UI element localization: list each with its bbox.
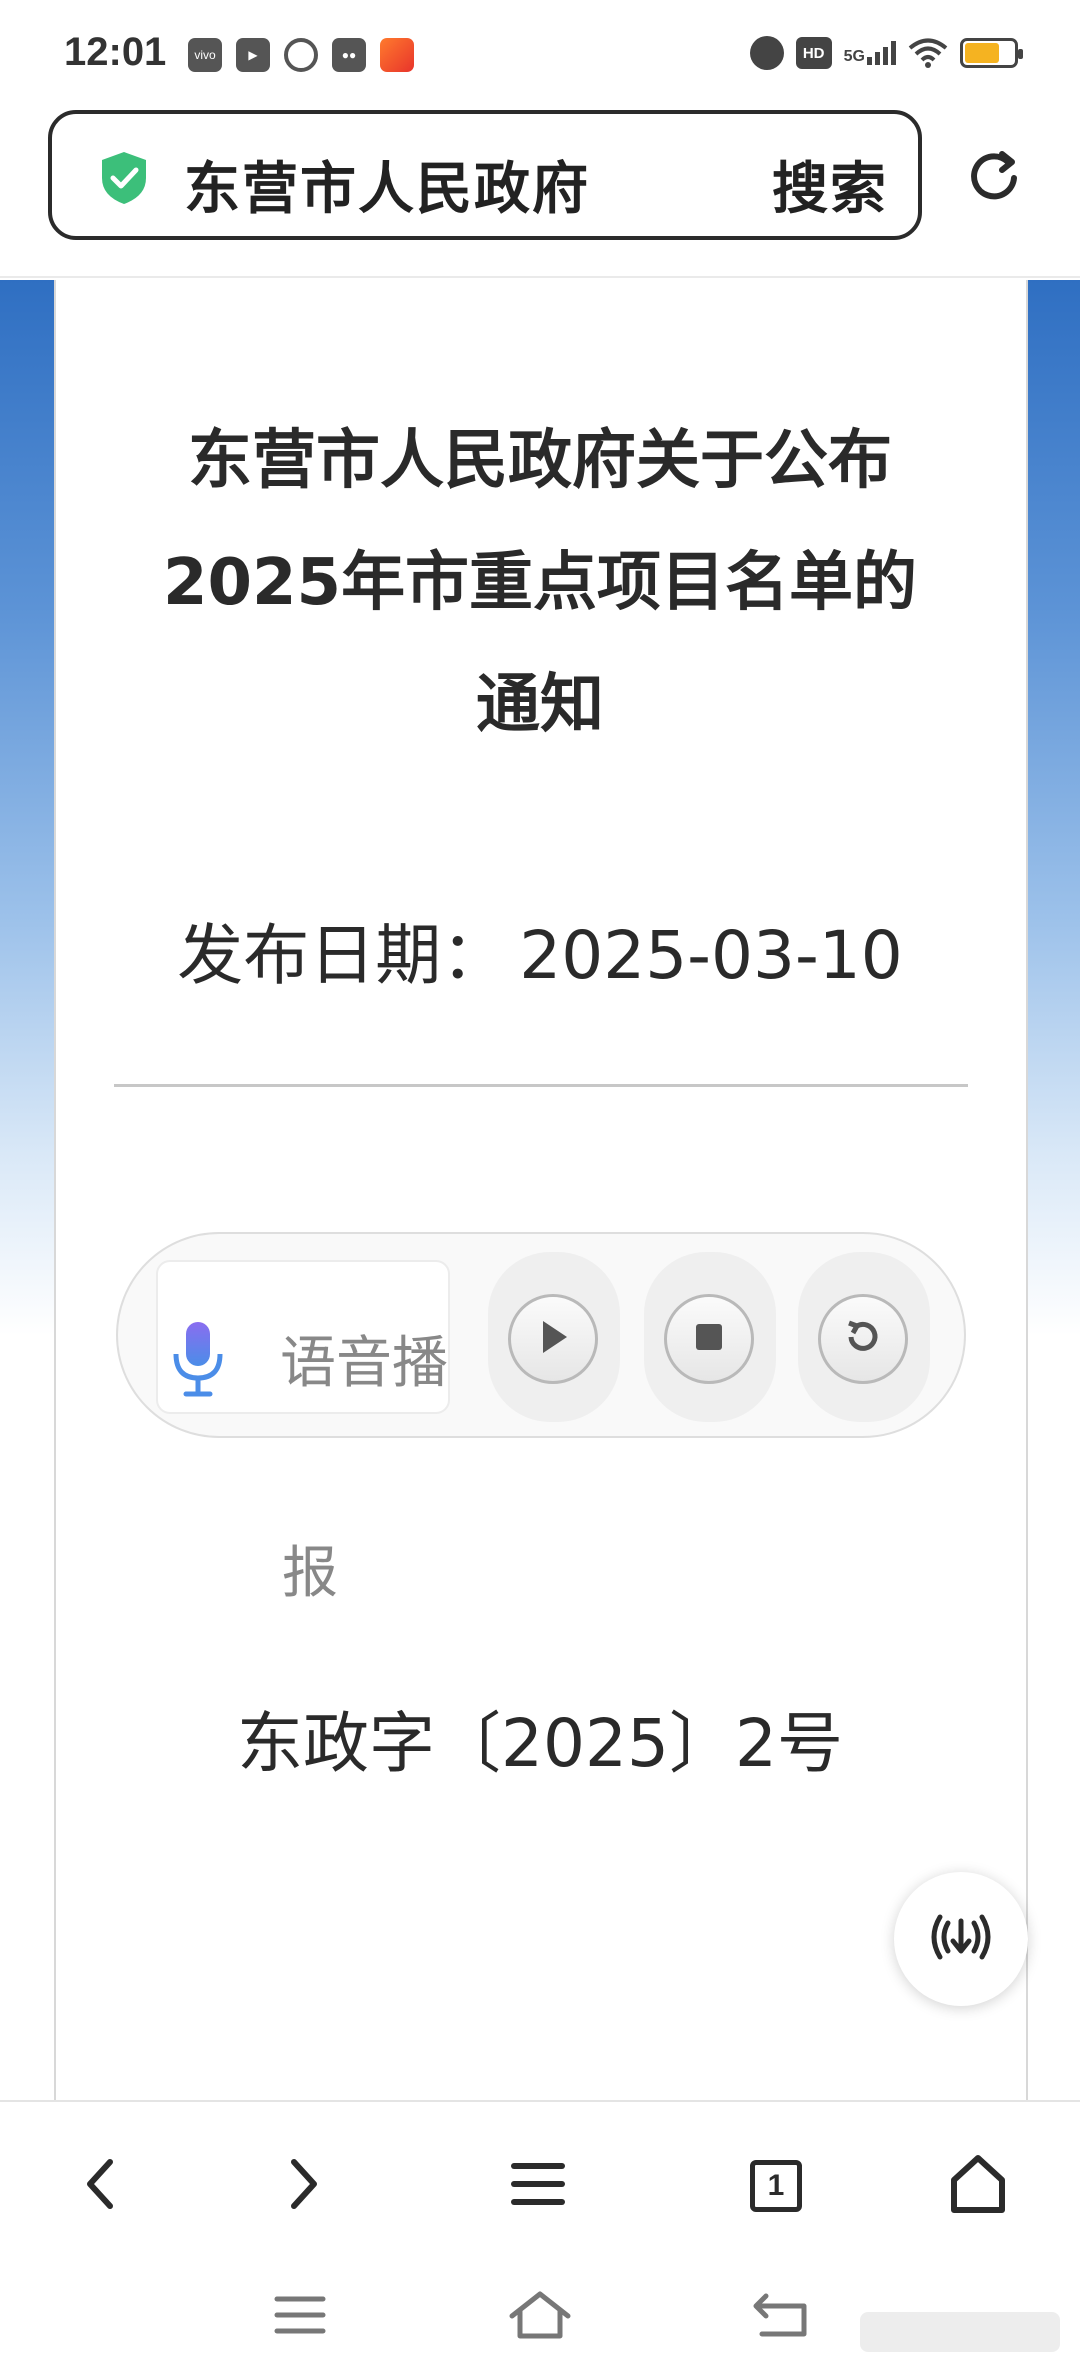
system-menu-icon bbox=[273, 2293, 327, 2341]
tabs-icon: 1 bbox=[750, 2160, 802, 2212]
play-icon bbox=[537, 1319, 569, 1359]
replay-icon bbox=[841, 1315, 885, 1363]
chevron-right-icon bbox=[284, 2156, 324, 2216]
divider bbox=[114, 1084, 968, 1087]
home-icon bbox=[948, 2154, 1008, 2218]
bank-icon bbox=[284, 38, 318, 72]
alarm-icon bbox=[749, 36, 784, 70]
system-home-button[interactable] bbox=[500, 2282, 580, 2352]
address-bar[interactable]: 东营市人民政府 搜索 bbox=[48, 110, 922, 240]
voice-player: 语音播 bbox=[116, 1232, 966, 1438]
voice-label-box: 语音播 bbox=[156, 1260, 450, 1414]
system-back-icon bbox=[750, 2290, 810, 2344]
publish-date: 发布日期： 2025-03-10 bbox=[110, 902, 970, 998]
secure-shield-icon bbox=[98, 150, 150, 210]
network-type: 5G bbox=[843, 48, 865, 65]
document-title: 东营市人民政府关于公布 2025年市重点项目名单的 通知 bbox=[110, 400, 970, 766]
tabs-button[interactable]: 1 bbox=[736, 2146, 816, 2226]
forward-button[interactable] bbox=[264, 2146, 344, 2226]
status-time: 12:01 bbox=[64, 30, 167, 74]
menu-button[interactable] bbox=[498, 2146, 578, 2226]
play-button[interactable] bbox=[488, 1252, 620, 1422]
system-back-button[interactable] bbox=[740, 2282, 820, 2352]
title-line: 东营市人民政府关于公布 bbox=[188, 424, 892, 498]
system-home-icon bbox=[508, 2290, 572, 2344]
search-button[interactable]: 搜索 bbox=[772, 144, 888, 225]
publish-date-value: 2025-03-10 bbox=[519, 917, 903, 994]
status-right: HD 5G bbox=[749, 36, 1023, 70]
app-icon bbox=[380, 38, 414, 72]
page-background-left bbox=[0, 280, 54, 2100]
audio-float-button[interactable] bbox=[894, 1872, 1028, 2006]
system-menu-button[interactable] bbox=[260, 2282, 340, 2352]
document-number: 东政字〔2025〕2号 bbox=[237, 1705, 843, 1782]
site-title: 东营市人民政府 bbox=[184, 157, 590, 222]
home-button[interactable] bbox=[938, 2146, 1018, 2226]
battery-icon bbox=[960, 38, 1023, 68]
title-line: 通知 bbox=[476, 668, 604, 742]
stop-icon bbox=[694, 1322, 724, 1356]
watermark bbox=[860, 2312, 1060, 2352]
vivo-icon: vivo bbox=[188, 38, 222, 72]
toolbar-divider bbox=[0, 276, 1080, 278]
iqiyi-icon: ▶ bbox=[236, 38, 270, 72]
wechat-icon: ●● bbox=[332, 38, 366, 72]
status-bar: 12:01 vivo ▶ ●● HD 5G bbox=[0, 0, 1080, 110]
hd-badge: HD bbox=[795, 37, 832, 69]
microphone-icon bbox=[170, 1320, 226, 1404]
voice-label: 语音播 bbox=[280, 1331, 448, 1396]
notification-icons: vivo ▶ ●● bbox=[188, 38, 414, 72]
chevron-left-icon bbox=[80, 2156, 120, 2216]
title-line: 2025年市重点项目名单的 bbox=[162, 546, 918, 620]
cellular-signal-icon: 5G bbox=[844, 41, 896, 65]
wifi-icon bbox=[908, 37, 948, 69]
replay-button[interactable] bbox=[798, 1252, 930, 1422]
refresh-icon[interactable] bbox=[962, 144, 1026, 212]
publish-date-label: 发布日期： bbox=[177, 917, 508, 994]
voice-label-wrap: 报 bbox=[282, 1541, 338, 1606]
back-button[interactable] bbox=[60, 2146, 140, 2226]
stop-button[interactable] bbox=[644, 1252, 776, 1422]
broadcast-download-icon bbox=[926, 1909, 996, 1969]
page-background-right bbox=[1028, 280, 1080, 2100]
menu-icon bbox=[510, 2160, 566, 2212]
